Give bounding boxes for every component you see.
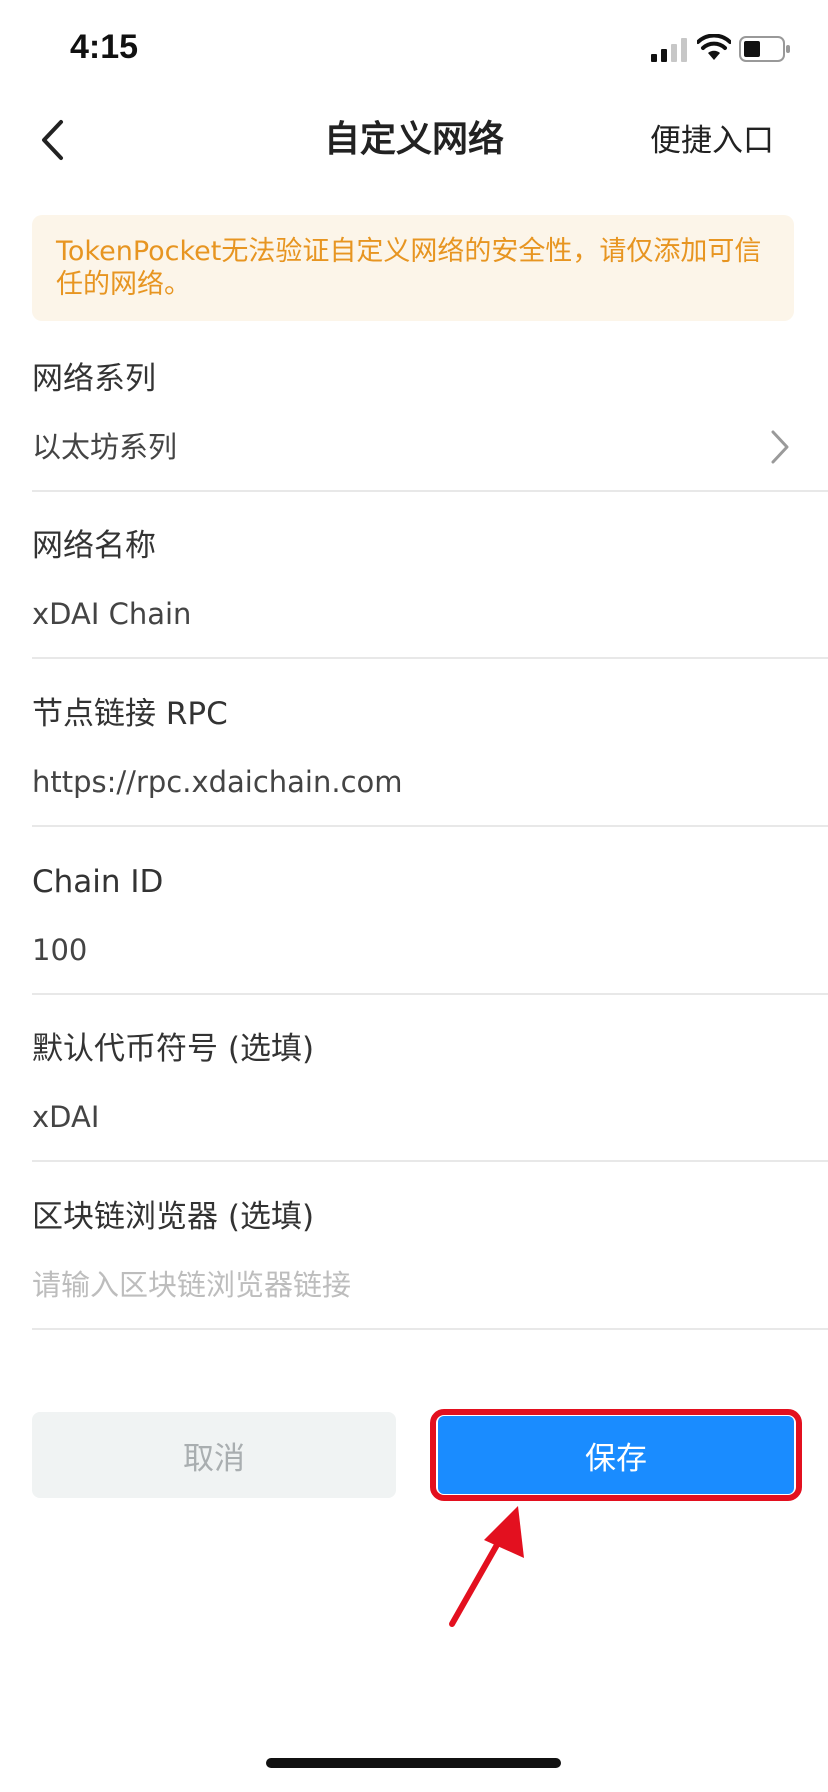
network-series-selector[interactable]: 网络系列 以太坊系列 (32, 345, 828, 492)
back-button[interactable] (30, 112, 74, 168)
battery-icon (739, 36, 790, 62)
token-symbol-label: 默认代币符号 (选填) (32, 1031, 315, 1067)
cellular-signal-icon (651, 38, 687, 62)
cancel-button[interactable]: 取消 (32, 1412, 396, 1498)
block-explorer-field: 区块链浏览器 (选填) (32, 1183, 828, 1330)
rpc-input[interactable] (32, 762, 732, 802)
security-warning-banner: TokenPocket无法验证自定义网络的安全性，请仅添加可信任的网络。 (32, 215, 794, 321)
chain-id-label: Chain ID (32, 864, 164, 900)
network-name-label: 网络名称 (32, 528, 156, 564)
page-title: 自定义网络 (323, 119, 504, 160)
chevron-right-icon (771, 430, 789, 464)
status-time: 4:15 (70, 28, 139, 66)
network-name-field: 网络名称 (32, 512, 828, 659)
home-indicator[interactable] (266, 1758, 561, 1768)
rpc-label: 节点链接 RPC (32, 696, 228, 732)
network-series-label: 网络系列 (32, 361, 156, 397)
chain-id-field: Chain ID (32, 848, 828, 995)
rpc-field: 节点链接 RPC (32, 680, 828, 827)
block-explorer-label: 区块链浏览器 (选填) (32, 1199, 315, 1235)
network-name-input[interactable] (32, 594, 732, 634)
chain-id-input[interactable] (32, 930, 732, 970)
custom-network-screen: 4:15 自定义网络 便捷入口 TokenPocket无法验证自定义网络的安全性… (0, 0, 828, 1792)
annotation-arrow-icon (449, 1506, 524, 1627)
block-explorer-input[interactable] (32, 1265, 732, 1305)
warning-text: TokenPocket无法验证自定义网络的安全性，请仅添加可信任的网络。 (56, 236, 762, 300)
token-symbol-input[interactable] (32, 1097, 732, 1137)
network-series-value: 以太坊系列 (32, 430, 178, 464)
token-symbol-field: 默认代币符号 (选填) (32, 1015, 828, 1162)
quick-entry-button[interactable]: 便捷入口 (650, 118, 774, 164)
chevron-left-icon (42, 120, 63, 160)
save-button[interactable]: 保存 (438, 1416, 794, 1494)
wifi-icon (697, 34, 731, 60)
